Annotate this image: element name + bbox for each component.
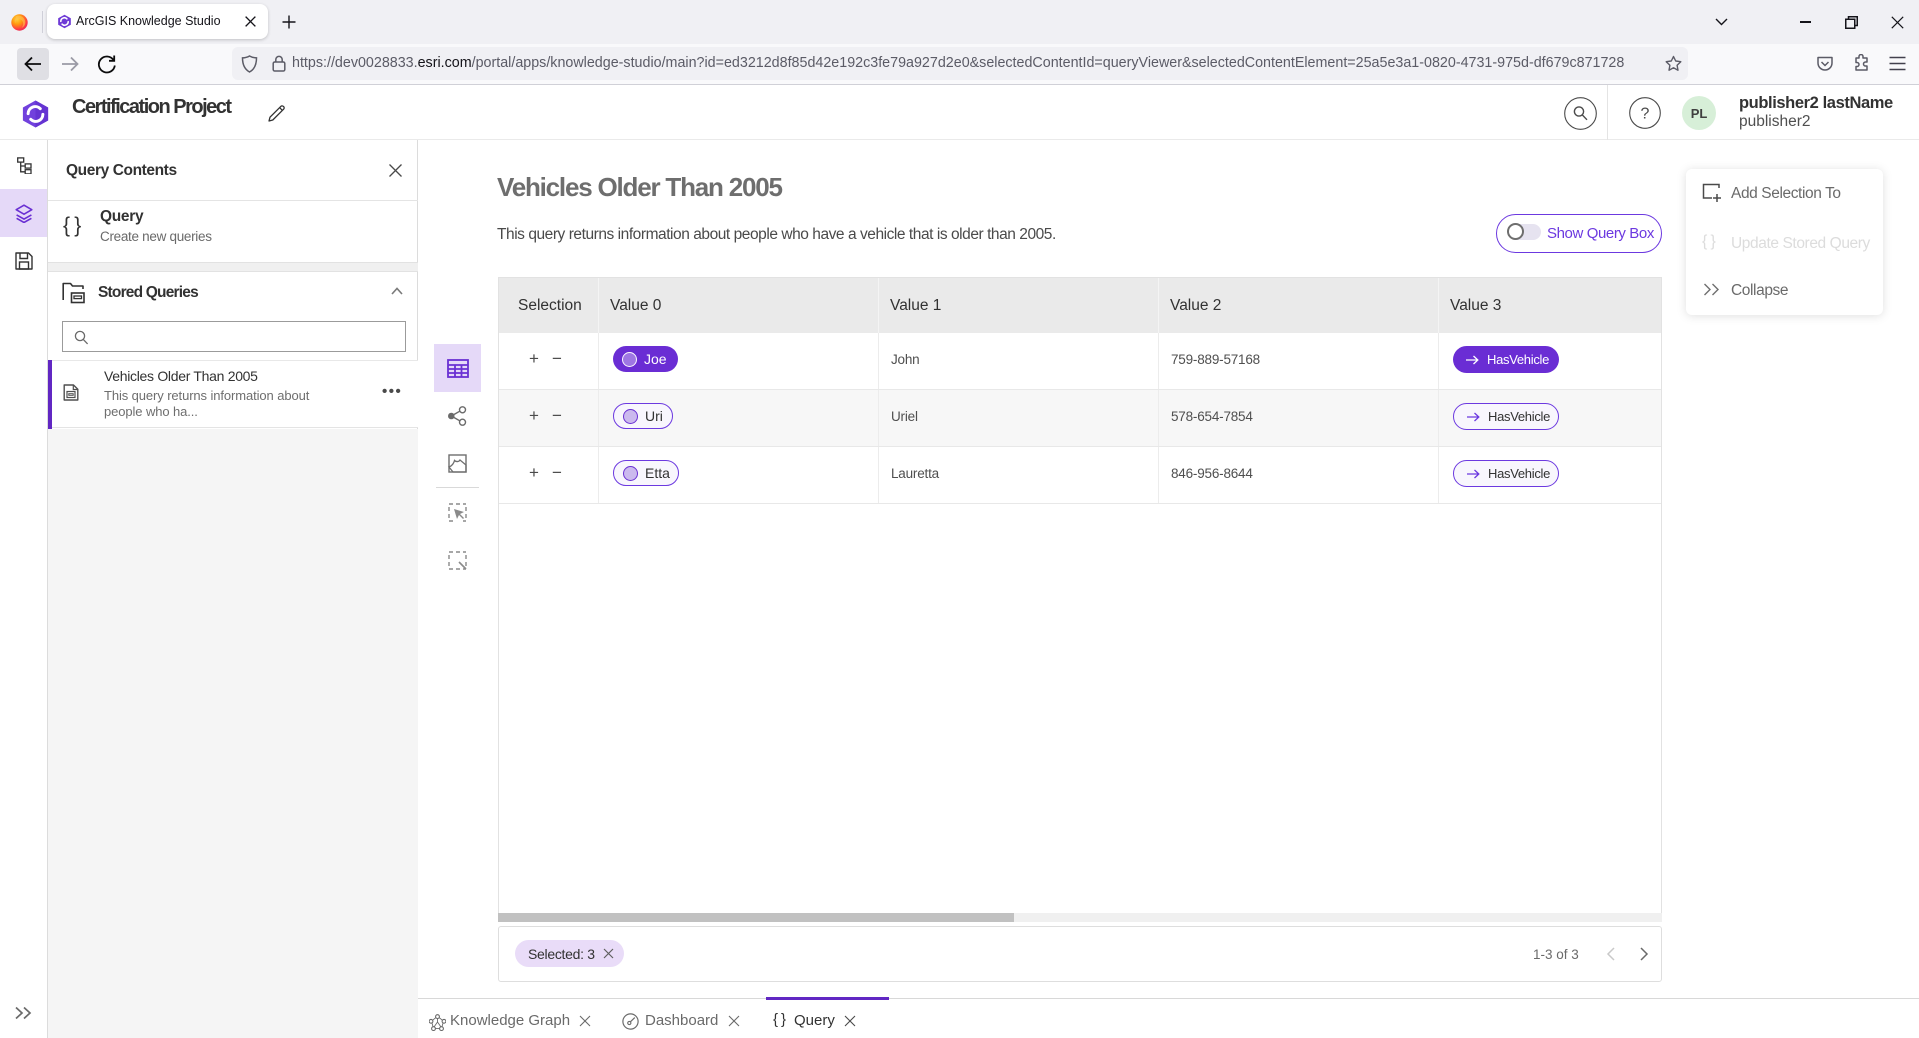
svg-text:?: ? <box>1641 106 1650 123</box>
